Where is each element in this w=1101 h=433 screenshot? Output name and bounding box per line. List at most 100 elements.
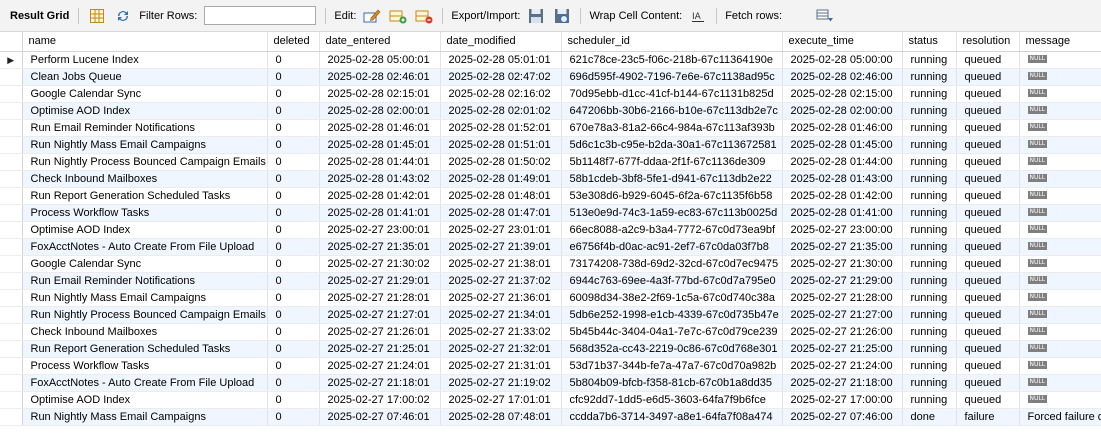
cell-resolution[interactable]: queued (956, 51, 1020, 69)
table-row[interactable]: ▶ Perform Lucene Index 0 2025-02-28 05:00:0… (0, 51, 1101, 69)
cell-resolution[interactable]: queued (956, 255, 1020, 273)
cell-message[interactable]: NULL (1019, 255, 1101, 273)
cell-resolution[interactable]: queued (956, 289, 1020, 307)
cell-execute-time[interactable]: 2025-02-27 21:28:00 (782, 289, 903, 307)
cell-name[interactable]: Run Report Generation Scheduled Tasks (22, 340, 268, 358)
cell-scheduler-id[interactable]: ccdda7b6-3714-3497-a8e1-64fa7f08a474 (561, 408, 783, 426)
cell-date-entered[interactable]: 2025-02-28 01:42:01 (319, 187, 441, 205)
cell-date-entered[interactable]: 2025-02-28 02:00:01 (319, 102, 441, 120)
row-selector[interactable] (0, 238, 23, 256)
cell-date-entered[interactable]: 2025-02-27 21:18:01 (319, 374, 441, 392)
column-header-scheduler-id[interactable]: scheduler_id (561, 32, 783, 52)
table-row[interactable]: Optimise AOD Index 0 2025-02-28 02:00:01 20… (0, 102, 1101, 120)
row-selector[interactable] (0, 119, 23, 137)
table-row[interactable]: Process Workflow Tasks 0 2025-02-27 21:24:… (0, 357, 1101, 375)
cell-status[interactable]: running (902, 102, 957, 120)
cell-date-entered[interactable]: 2025-02-28 01:46:01 (319, 119, 441, 137)
cell-date-modified[interactable]: 2025-02-28 02:47:02 (440, 68, 562, 86)
cell-message[interactable]: NULL (1019, 357, 1101, 375)
cell-name[interactable]: FoxAcctNotes - Auto Create From File Upl… (22, 238, 268, 256)
cell-status[interactable]: done (902, 408, 957, 426)
cell-name[interactable]: Optimise AOD Index (22, 391, 268, 409)
cell-resolution[interactable]: queued (956, 238, 1020, 256)
cell-resolution[interactable]: queued (956, 357, 1020, 375)
cell-status[interactable]: running (902, 204, 957, 222)
cell-message[interactable]: Forced failure on (1019, 408, 1101, 426)
row-selector[interactable]: ▶ (0, 51, 23, 69)
cell-message[interactable]: NULL (1019, 187, 1101, 205)
cell-status[interactable]: running (902, 357, 957, 375)
delete-row-icon[interactable] (414, 6, 434, 26)
table-row[interactable]: Run Nightly Process Bounced Campaign Ema… (0, 306, 1101, 324)
cell-date-modified[interactable]: 2025-02-27 21:38:01 (440, 255, 562, 273)
cell-resolution[interactable]: queued (956, 306, 1020, 324)
cell-status[interactable]: running (902, 374, 957, 392)
cell-date-entered[interactable]: 2025-02-27 21:29:01 (319, 272, 441, 290)
table-row[interactable]: Check Inbound Mailboxes 0 2025-02-27 21:26… (0, 323, 1101, 341)
cell-deleted[interactable]: 0 (267, 289, 320, 307)
cell-message[interactable]: NULL (1019, 153, 1101, 171)
cell-date-modified[interactable]: 2025-02-27 21:36:01 (440, 289, 562, 307)
cell-deleted[interactable]: 0 (267, 408, 320, 426)
cell-execute-time[interactable]: 2025-02-28 02:15:00 (782, 85, 903, 103)
cell-scheduler-id[interactable]: 70d95ebb-d1cc-41cf-b144-67c1131b825d (561, 85, 783, 103)
table-row[interactable]: Run Nightly Mass Email Campaigns 0 2025-02… (0, 289, 1101, 307)
grid-view-icon[interactable] (87, 6, 107, 26)
cell-name[interactable]: Check Inbound Mailboxes (22, 323, 268, 341)
import-icon[interactable] (552, 6, 572, 26)
cell-scheduler-id[interactable]: 5b1148f7-677f-ddaa-2f1f-67c1136de309 (561, 153, 783, 171)
cell-date-entered[interactable]: 2025-02-27 21:28:01 (319, 289, 441, 307)
cell-name[interactable]: Process Workflow Tasks (22, 204, 268, 222)
cell-scheduler-id[interactable]: 513e0e9d-74c3-1a59-ec83-67c113b0025d (561, 204, 783, 222)
cell-execute-time[interactable]: 2025-02-28 01:46:00 (782, 119, 903, 137)
cell-name[interactable]: Google Calendar Sync (22, 255, 268, 273)
cell-deleted[interactable]: 0 (267, 119, 320, 137)
cell-resolution[interactable]: queued (956, 136, 1020, 154)
cell-date-entered[interactable]: 2025-02-27 21:35:01 (319, 238, 441, 256)
cell-name[interactable]: Clean Jobs Queue (22, 68, 268, 86)
row-selector[interactable] (0, 136, 23, 154)
cell-execute-time[interactable]: 2025-02-27 17:00:00 (782, 391, 903, 409)
cell-date-modified[interactable]: 2025-02-27 17:01:01 (440, 391, 562, 409)
row-selector[interactable] (0, 340, 23, 358)
row-selector[interactable] (0, 374, 23, 392)
cell-date-entered[interactable]: 2025-02-27 23:00:01 (319, 221, 441, 239)
cell-execute-time[interactable]: 2025-02-27 21:18:00 (782, 374, 903, 392)
column-header-name[interactable]: name (22, 32, 268, 52)
fetch-next-rows-icon[interactable] (815, 6, 835, 26)
cell-deleted[interactable]: 0 (267, 238, 320, 256)
cell-resolution[interactable]: queued (956, 221, 1020, 239)
cell-status[interactable]: running (902, 272, 957, 290)
wrap-text-icon[interactable]: IA (688, 6, 708, 26)
cell-message[interactable]: NULL (1019, 136, 1101, 154)
cell-execute-time[interactable]: 2025-02-27 21:35:00 (782, 238, 903, 256)
cell-status[interactable]: running (902, 306, 957, 324)
cell-date-modified[interactable]: 2025-02-27 21:32:01 (440, 340, 562, 358)
cell-date-entered[interactable]: 2025-02-27 17:00:02 (319, 391, 441, 409)
cell-resolution[interactable]: queued (956, 153, 1020, 171)
cell-scheduler-id[interactable]: 647206bb-30b6-2166-b10e-67c113db2e7c (561, 102, 783, 120)
cell-resolution[interactable]: queued (956, 323, 1020, 341)
cell-deleted[interactable]: 0 (267, 391, 320, 409)
cell-scheduler-id[interactable]: 5db6e252-1998-e1cb-4339-67c0d735b47e (561, 306, 783, 324)
cell-name[interactable]: Check Inbound Mailboxes (22, 170, 268, 188)
table-row[interactable]: Google Calendar Sync 0 2025-02-28 02:15:01… (0, 85, 1101, 103)
cell-message[interactable]: NULL (1019, 374, 1101, 392)
row-selector[interactable] (0, 204, 23, 222)
cell-deleted[interactable]: 0 (267, 170, 320, 188)
cell-name[interactable]: Run Nightly Process Bounced Campaign Ema… (22, 306, 268, 324)
cell-status[interactable]: running (902, 85, 957, 103)
cell-scheduler-id[interactable]: 568d352a-cc43-2219-0c86-67c0d768e301 (561, 340, 783, 358)
cell-status[interactable]: running (902, 136, 957, 154)
table-row[interactable]: Run Report Generation Scheduled Tasks 0 20… (0, 340, 1101, 358)
edit-row-icon[interactable] (362, 6, 382, 26)
cell-execute-time[interactable]: 2025-02-28 02:00:00 (782, 102, 903, 120)
cell-deleted[interactable]: 0 (267, 323, 320, 341)
row-selector[interactable] (0, 323, 23, 341)
cell-scheduler-id[interactable]: 53e308d6-b929-6045-6f2a-67c1135f6b58 (561, 187, 783, 205)
cell-date-entered[interactable]: 2025-02-27 21:30:02 (319, 255, 441, 273)
cell-status[interactable]: running (902, 255, 957, 273)
row-selector[interactable] (0, 187, 23, 205)
cell-execute-time[interactable]: 2025-02-27 21:25:00 (782, 340, 903, 358)
cell-date-entered[interactable]: 2025-02-28 05:00:01 (319, 51, 441, 69)
